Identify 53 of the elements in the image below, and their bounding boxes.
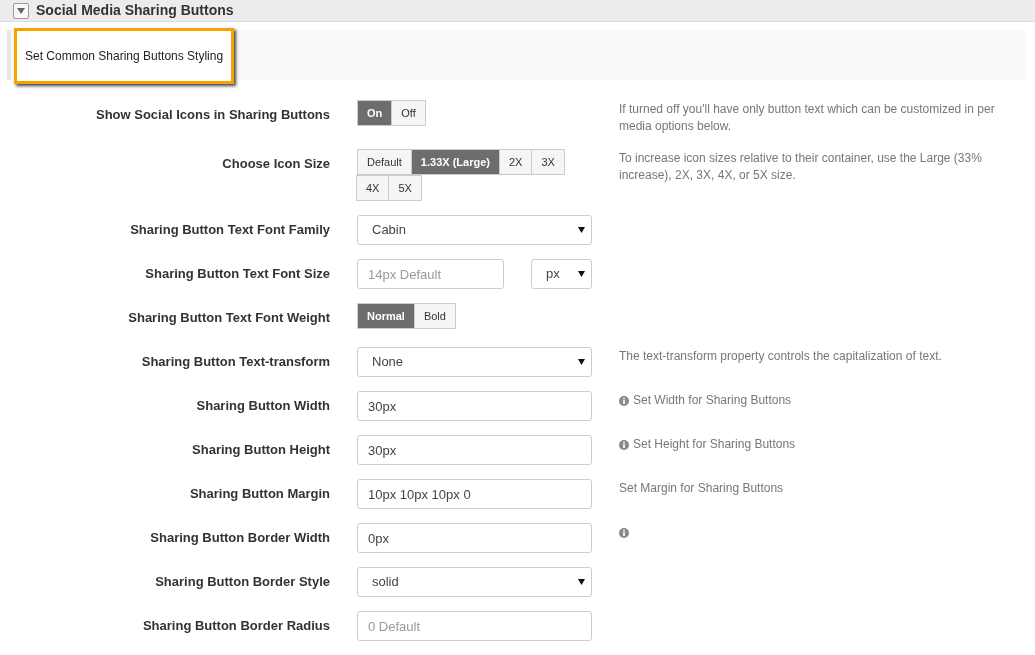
toggle-option[interactable]: 1.33X (Large) <box>410 149 500 175</box>
info-icon <box>619 528 629 538</box>
dropdown-caret-icon <box>578 227 585 233</box>
select-value: Cabin <box>372 221 406 240</box>
toggle-option[interactable]: Normal <box>357 303 415 329</box>
text-field[interactable]: 30px <box>357 391 592 421</box>
toggle-option[interactable]: Bold <box>413 303 456 329</box>
select-field[interactable]: solid <box>357 567 592 597</box>
subsection-title: Set Common Sharing Buttons Styling <box>25 48 224 65</box>
setting-description: Set Width for Sharing Buttons <box>633 392 792 409</box>
setting-label: Sharing Button Margin <box>189 485 330 504</box>
setting-description: Set Height for Sharing Buttons <box>633 436 796 453</box>
setting-description: If turned off you'll have only button text which can be customized in per media options below. <box>619 101 996 135</box>
setting-label: Sharing Button Text Font Weight <box>128 309 330 328</box>
select-field[interactable]: Cabin <box>357 215 592 245</box>
text-field[interactable]: 0 Default <box>357 611 592 641</box>
setting-label: Sharing Button Text Font Family <box>130 221 330 240</box>
setting-label: Show Social Icons in Sharing Buttons <box>95 106 330 125</box>
setting-description: The text-transform property controls the capitalization of text. <box>619 348 942 365</box>
dropdown-caret-icon <box>578 271 585 277</box>
text-field[interactable]: 10px 10px 10px 0 <box>357 479 592 509</box>
toggle-option[interactable]: On <box>357 100 393 126</box>
toggle-option[interactable]: 5X <box>388 175 422 201</box>
dropdown-caret-icon <box>578 579 585 585</box>
unit-select[interactable]: px <box>531 259 592 289</box>
info-icon <box>619 396 629 406</box>
setting-label: Sharing Button Border Width <box>150 529 330 548</box>
toggle-option[interactable]: 3X <box>531 149 565 175</box>
setting-label: Sharing Button Border Radius <box>142 617 330 636</box>
text-field[interactable]: 30px <box>357 435 592 465</box>
toggle-option[interactable]: Off <box>391 100 426 126</box>
toggle-option[interactable]: 4X <box>356 175 390 201</box>
select-field[interactable]: None <box>357 347 592 377</box>
select-value: solid <box>372 573 399 592</box>
info-icon <box>619 440 629 450</box>
setting-label: Sharing Button Text-transform <box>141 353 330 372</box>
setting-description: To increase icon sizes relative to their container, use the Large (33% increase), 2X, 3X, 4X, or 5X size. <box>619 150 983 184</box>
dropdown-caret-icon <box>578 359 585 365</box>
setting-label: Sharing Button Width <box>196 397 330 416</box>
setting-label: Sharing Button Border Style <box>155 573 330 592</box>
collapse-toggle[interactable] <box>13 2 29 19</box>
setting-label: Sharing Button Text Font Size <box>145 265 330 284</box>
text-field[interactable]: 0px <box>357 523 592 553</box>
toggle-option[interactable]: Default <box>357 149 412 175</box>
text-field[interactable]: 14px Default <box>357 259 504 289</box>
setting-label: Choose Icon Size <box>222 155 330 174</box>
setting-description: Set Margin for Sharing Buttons <box>619 480 784 497</box>
toggle-option[interactable]: 2X <box>498 149 533 175</box>
caret-icon <box>17 7 25 14</box>
setting-label: Sharing Button Height <box>192 441 330 460</box>
select-value: px <box>546 265 560 284</box>
select-value: None <box>372 353 404 372</box>
section-title: Social Media Sharing Buttons <box>36 1 234 20</box>
